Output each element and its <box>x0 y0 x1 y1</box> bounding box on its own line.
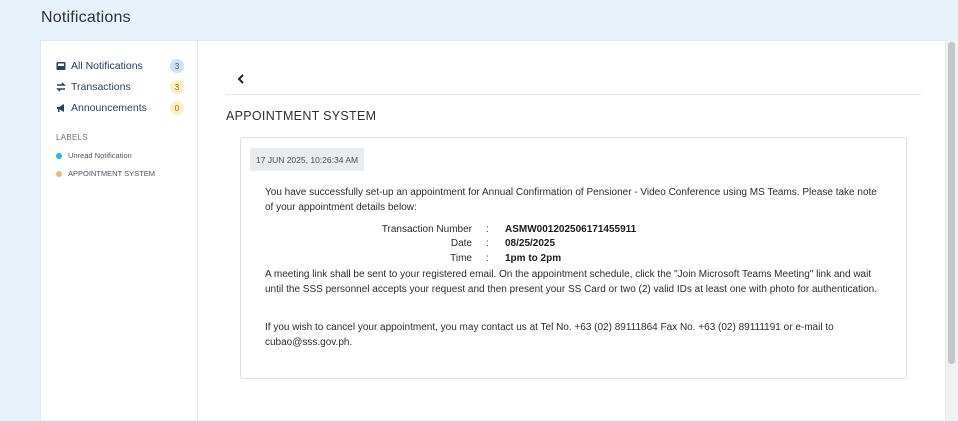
scrollbar-thumb[interactable] <box>948 42 955 364</box>
detail-value: 08/25/2025 <box>505 238 556 249</box>
detail-row-transaction-number: Transaction Number : ASMW001202506171455… <box>241 224 908 238</box>
sidebar-item-transactions[interactable]: Transactions 3 <box>56 79 186 95</box>
detail-row-time: Time : 1pm to 2pm <box>241 253 908 267</box>
notifications-panel: All Notifications 3 Transactions 3 Annou… <box>40 40 947 421</box>
label-appointment-system[interactable]: APPOINTMENT SYSTEM <box>56 169 155 178</box>
detail-value: ASMW001202506171455911 <box>505 224 637 235</box>
detail-separator: : <box>486 224 489 235</box>
scrollbar[interactable] <box>946 40 958 420</box>
label-text: APPOINTMENT SYSTEM <box>68 169 155 178</box>
inbox-icon <box>56 61 66 71</box>
sidebar-item-all-notifications[interactable]: All Notifications 3 <box>56 58 186 74</box>
count-badge: 0 <box>170 101 184 115</box>
detail-separator: : <box>486 238 489 249</box>
exchange-icon <box>56 82 66 92</box>
intro-text: You have successfully set-up an appointm… <box>265 187 877 213</box>
sidebar-item-announcements[interactable]: Announcements 0 <box>56 100 186 116</box>
megaphone-icon <box>56 103 66 113</box>
sidebar-item-label: Transactions <box>71 81 131 93</box>
section-title: APPOINTMENT SYSTEM <box>226 109 377 123</box>
back-button[interactable] <box>235 72 247 84</box>
label-text: Unread Notification <box>68 151 132 160</box>
detail-key: Time <box>450 253 472 264</box>
label-dot <box>56 170 62 177</box>
detail-row-date: Date : 08/25/2025 <box>241 238 908 252</box>
count-badge: 3 <box>170 80 184 94</box>
chevron-left-icon <box>237 74 244 84</box>
sidebar: All Notifications 3 Transactions 3 Annou… <box>41 41 198 421</box>
detail-key: Transaction Number <box>381 224 472 235</box>
sidebar-item-label: Announcements <box>71 102 147 114</box>
page-title: Notifications <box>41 9 131 26</box>
divider <box>225 94 921 95</box>
detail-value: 1pm to 2pm <box>505 253 562 264</box>
count-badge: 3 <box>170 59 184 73</box>
labels-heading: LABELS <box>56 133 89 142</box>
meeting-note: A meeting link shall be sent to your reg… <box>265 269 878 295</box>
detail-key: Date <box>450 238 472 249</box>
label-dot <box>56 152 62 159</box>
timestamp: 17 JUN 2025, 10:26:34 AM <box>250 148 365 171</box>
notification-card: 17 JUN 2025, 10:26:34 AM You have succes… <box>240 137 907 379</box>
label-unread-notification[interactable]: Unread Notification <box>56 151 132 160</box>
detail-separator: : <box>486 253 489 264</box>
cancel-note: If you wish to cancel your appointment, … <box>265 322 834 348</box>
sidebar-item-label: All Notifications <box>71 60 143 72</box>
notification-detail: APPOINTMENT SYSTEM 17 JUN 2025, 10:26:34… <box>199 41 947 421</box>
